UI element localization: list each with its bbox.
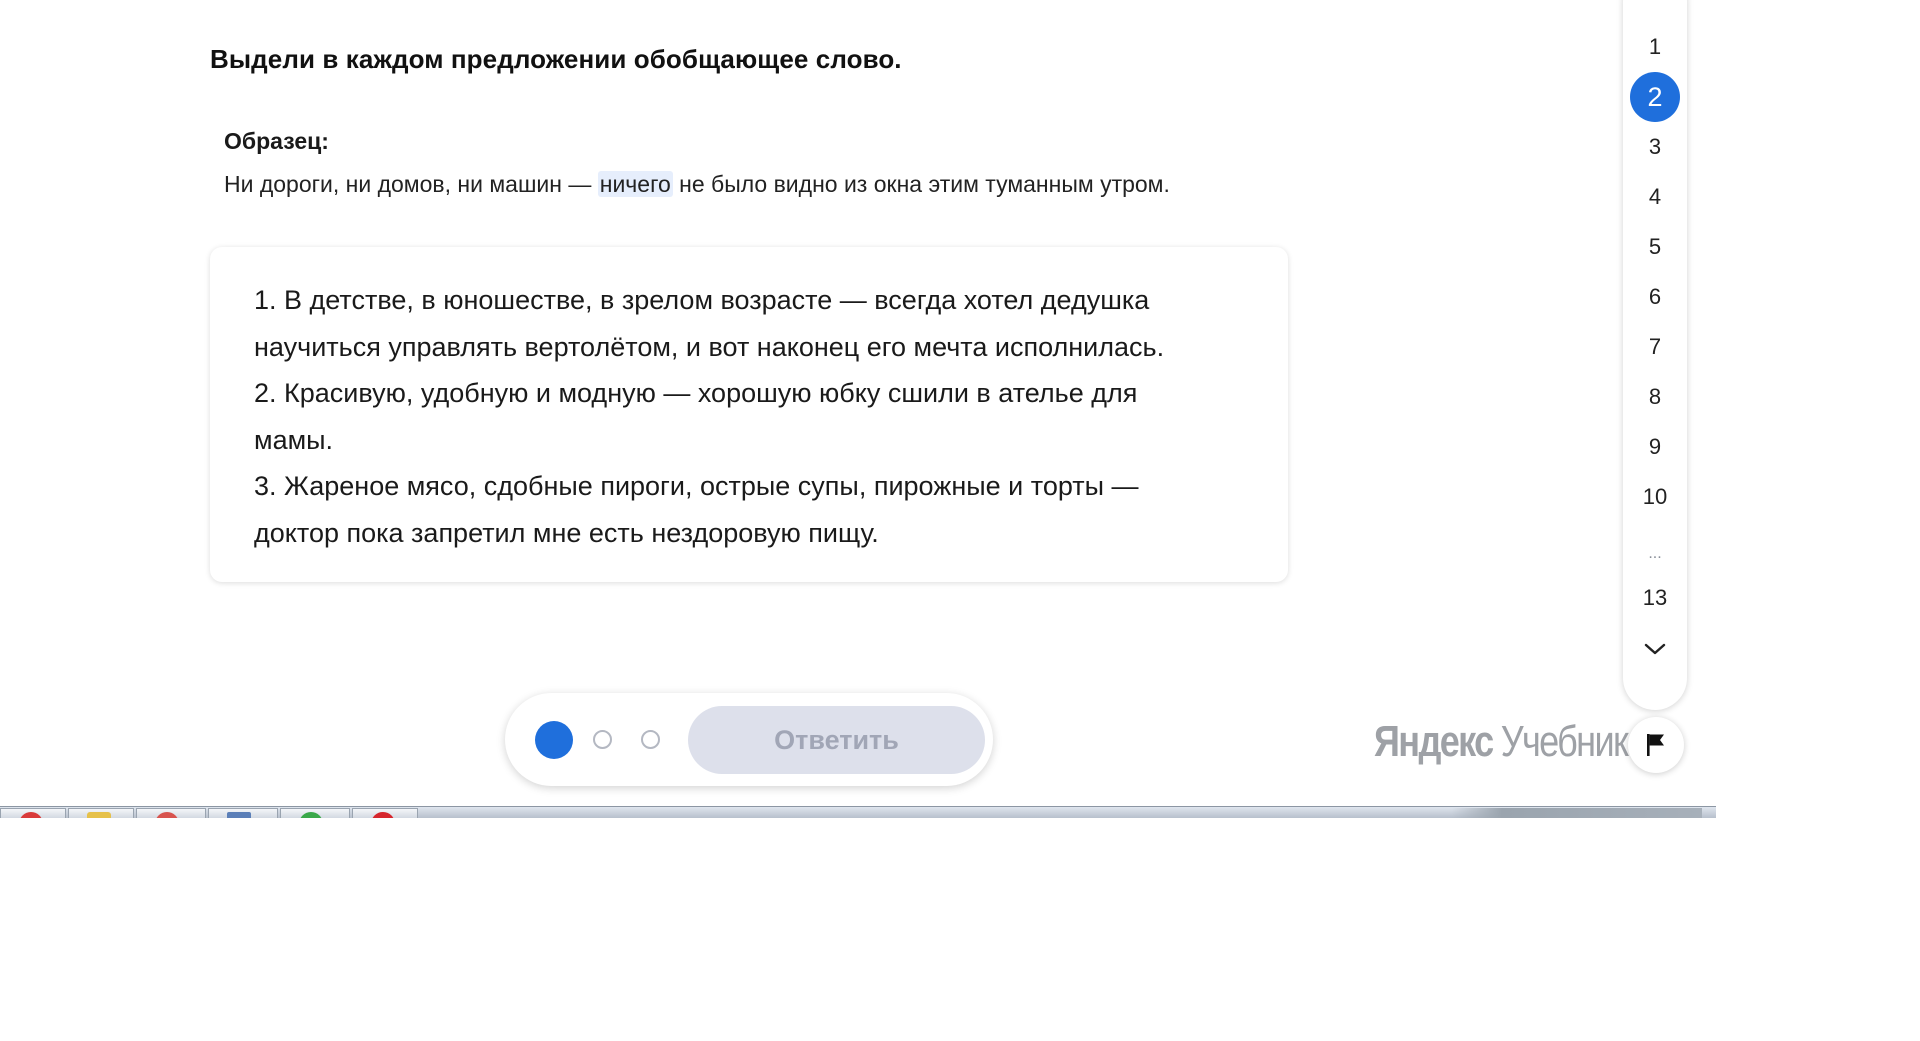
app-icon	[155, 812, 179, 818]
answer-button[interactable]: Ответить	[688, 706, 985, 774]
window-icon	[227, 812, 251, 818]
taskbar-button[interactable]	[352, 808, 418, 818]
nav-item-7[interactable]: 7	[1630, 322, 1680, 372]
report-flag-button[interactable]	[1628, 717, 1684, 773]
nav-item-10[interactable]: 10	[1630, 472, 1680, 522]
nav-item-5[interactable]: 5	[1630, 222, 1680, 272]
sentence-line[interactable]: научиться управлять вертолётом, и вот на…	[254, 324, 1248, 371]
folder-icon	[87, 812, 111, 818]
brand-yandex: Яндекс	[1374, 717, 1494, 766]
flag-icon	[1647, 734, 1664, 756]
task-navigator: 1 2 3 4 5 6 7 8 9 10 ... 13	[1623, 0, 1687, 710]
sentence-line[interactable]: 2. Красивую, удобную и модную — хорошую …	[254, 370, 1248, 417]
nav-item-4[interactable]: 4	[1630, 172, 1680, 222]
taskbar-button[interactable]	[68, 808, 134, 818]
brand-logo: Яндекс Учебник	[1374, 717, 1629, 767]
nav-item-13[interactable]: 13	[1630, 573, 1680, 623]
sentence-line[interactable]: 1. В детстве, в юношестве, в зрелом возр…	[254, 277, 1248, 324]
nav-item-1[interactable]: 1	[1630, 22, 1680, 72]
taskbar-button[interactable]	[0, 808, 66, 818]
sample-block: Образец: Ни дороги, ни домов, ни машин —…	[224, 128, 1170, 198]
taskbar-button[interactable]	[208, 808, 278, 818]
answer-bar: Ответить	[505, 693, 993, 786]
taskbar-button[interactable]	[136, 808, 206, 818]
browser-icon	[299, 812, 323, 818]
nav-item-6[interactable]: 6	[1630, 272, 1680, 322]
nav-item-9[interactable]: 9	[1630, 422, 1680, 472]
sentence-line[interactable]: доктор пока запретил мне есть нездоровую…	[254, 510, 1248, 557]
attempt-indicator-current	[535, 721, 573, 759]
chevron-down-icon[interactable]	[1643, 637, 1667, 661]
taskbar-button[interactable]	[280, 808, 350, 818]
nav-item-2[interactable]: 2	[1630, 72, 1680, 122]
task-page: Выдели в каждом предложении обобщающее с…	[0, 0, 1716, 818]
browser-icon	[371, 812, 395, 818]
nav-ellipsis[interactable]: ...	[1630, 545, 1680, 563]
nav-item-8[interactable]: 8	[1630, 372, 1680, 422]
task-card: 1. В детстве, в юношестве, в зрелом возр…	[210, 247, 1288, 582]
attempt-indicator	[593, 730, 612, 749]
brand-uchebnik: Учебник	[1500, 717, 1629, 766]
sample-highlighted-word: ничего	[597, 171, 673, 197]
app-icon	[19, 812, 43, 818]
nav-item-3[interactable]: 3	[1630, 122, 1680, 172]
sample-text-before: Ни дороги, ни домов, ни машин —	[224, 171, 592, 197]
sample-sentence: Ни дороги, ни домов, ни машин — ничего н…	[224, 171, 1170, 198]
sentence-line[interactable]: мамы.	[254, 417, 1248, 464]
attempt-indicator	[641, 730, 660, 749]
sentence-line[interactable]: 3. Жареное мясо, сдобные пироги, острые …	[254, 463, 1248, 510]
system-tray	[1452, 808, 1702, 818]
sample-label: Образец:	[224, 128, 329, 154]
task-title: Выдели в каждом предложении обобщающее с…	[210, 44, 902, 74]
os-taskbar	[0, 806, 1716, 818]
sample-text-after: не было видно из окна этим туманным утро…	[679, 171, 1170, 197]
